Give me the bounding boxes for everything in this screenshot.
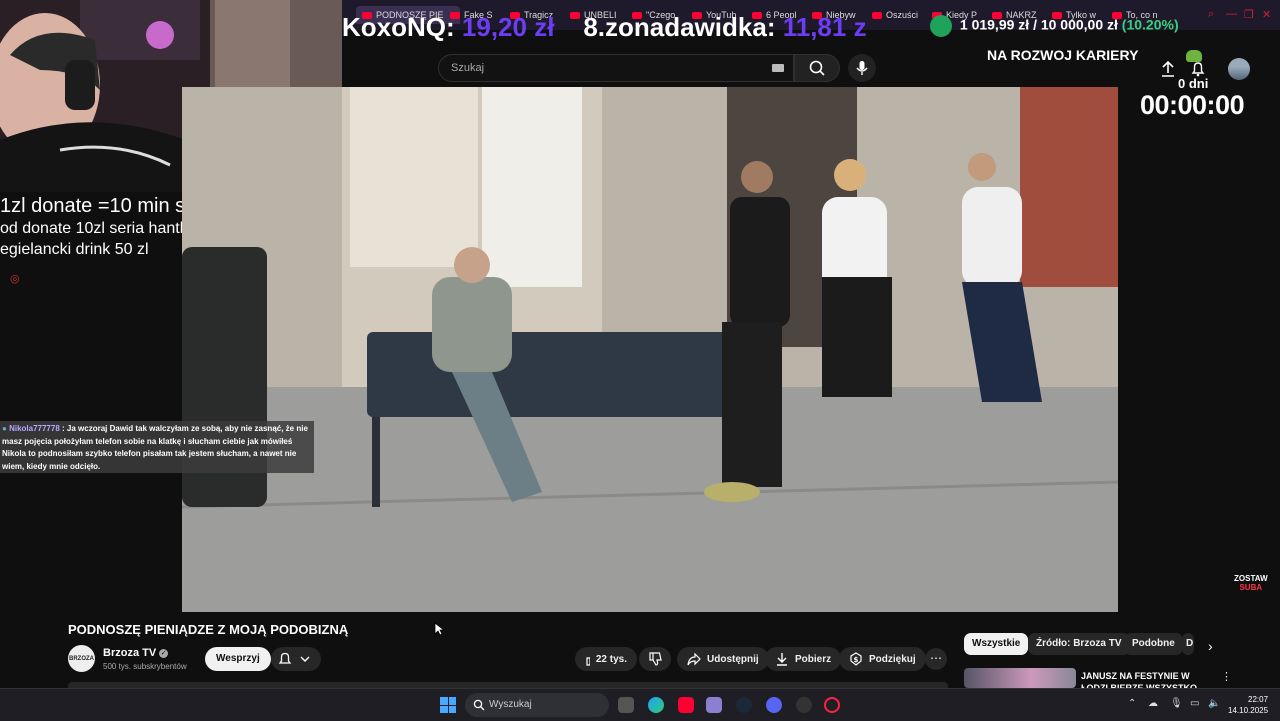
voice-search-button[interactable] xyxy=(848,54,876,82)
avatar[interactable] xyxy=(1228,58,1250,80)
close-icon[interactable]: ✕ xyxy=(1262,8,1271,21)
upload-icon[interactable] xyxy=(1160,60,1176,78)
subscriber-count: 500 tys. subskrybentów xyxy=(103,662,187,671)
bell-chevron-icon xyxy=(278,652,310,664)
svg-text:$: $ xyxy=(854,656,859,664)
like-count: 22 tys. xyxy=(595,653,627,665)
goal-percent: (10.20%) xyxy=(1121,16,1179,33)
search-button[interactable] xyxy=(794,54,840,82)
subathon-timer: 00:00:00 xyxy=(1140,90,1245,120)
recommended-thumbnail[interactable] xyxy=(964,668,1076,688)
chip-related[interactable]: Podobne xyxy=(1124,633,1183,655)
share-icon xyxy=(687,652,701,666)
goal-label: NA ROZWOJ KARIERY xyxy=(987,47,1139,63)
thumbs-down-icon xyxy=(649,652,662,666)
recommended-title[interactable]: JANUSZ NA FESTYNIE W ŁODZI BIERZE WSZYST… xyxy=(1081,670,1211,688)
subathon-days: 0 dni xyxy=(1178,76,1209,91)
share-button[interactable]: Udostępnij xyxy=(677,647,769,671)
microphone-icon[interactable]: 🎙 xyxy=(1170,698,1183,709)
download-icon xyxy=(777,653,787,666)
ticker-donor: KoxoNQ: xyxy=(342,12,455,42)
maximize-icon[interactable]: ❐ xyxy=(1244,8,1254,21)
youtube-app-icon[interactable] xyxy=(678,697,694,713)
system-clock[interactable]: 22:07 14.10.2025 xyxy=(1228,694,1268,716)
verified-icon: ✓ xyxy=(159,648,169,658)
goal-target: 10 000,00 zł xyxy=(1040,16,1118,33)
snipping-tool-icon[interactable] xyxy=(706,697,722,713)
steam-icon[interactable] xyxy=(736,697,752,713)
chat-badge-icon: ● xyxy=(2,424,7,433)
thanks-icon: $ xyxy=(850,652,862,666)
more-actions-icon[interactable]: ⋯ xyxy=(925,648,947,670)
search-icon xyxy=(473,699,485,711)
donation-goal: 1 019,99 zł / 10 000,00 zł (10.20%) xyxy=(930,15,1210,41)
video-player[interactable] xyxy=(182,87,1118,612)
video-title: PODNOSZĘ PIENIĄDZE Z MOJĄ PODOBIZNĄ xyxy=(68,622,349,637)
thumbs-up-icon xyxy=(586,657,590,666)
share-label: Udostępnij xyxy=(707,653,759,665)
mouse-cursor-icon xyxy=(434,622,444,636)
task-view-icon[interactable] xyxy=(618,697,634,713)
recommended-menu-icon[interactable]: ⋮ xyxy=(1221,670,1232,683)
search-input[interactable]: Szukaj xyxy=(438,54,794,82)
video-frame xyxy=(182,87,1118,612)
taskbar-search-label: Wyszukaj xyxy=(489,699,532,710)
microphone-icon xyxy=(856,61,868,75)
dislike-button[interactable] xyxy=(639,647,671,671)
channel-avatar-text: BRZOZA xyxy=(69,655,94,662)
clock-time: 22:07 xyxy=(1248,695,1269,704)
thanks-button[interactable]: $ Podziękuj xyxy=(839,647,926,671)
channel-name[interactable]: Brzoza TV ✓ xyxy=(103,647,169,659)
windows-start-icon[interactable] xyxy=(440,697,456,713)
support-button[interactable]: Wesprzyj xyxy=(205,647,271,671)
minimize-icon[interactable]: — xyxy=(1226,8,1237,20)
download-label: Pobierz xyxy=(795,653,832,665)
watermark-line: SUBA xyxy=(1239,583,1263,592)
ticker-amount: 11,81 z xyxy=(782,12,867,42)
opera-gx-icon[interactable] xyxy=(824,697,840,713)
chip-more[interactable]: D xyxy=(1182,633,1194,655)
keyboard-icon[interactable] xyxy=(772,64,784,72)
search-icon xyxy=(809,60,825,76)
volume-icon[interactable]: 🔈 xyxy=(1208,698,1220,709)
youtube-header: Szukaj NA ROZWOJ KARIERY xyxy=(342,46,1280,88)
like-button[interactable]: 22 tys. xyxy=(575,647,637,671)
subscribe-watermark: ZOSTAW SUBA xyxy=(1234,574,1268,592)
watermark-line: ZOSTAW xyxy=(1234,574,1268,583)
chip-all[interactable]: Wszystkie xyxy=(964,633,1029,655)
settings-icon: ◎ xyxy=(10,273,20,285)
goal-separator: / xyxy=(1033,16,1037,33)
chat-message: ● Nikola777778 : Ja wczoraj Dawid tak wa… xyxy=(0,421,314,473)
chevron-right-icon[interactable]: › xyxy=(1208,638,1213,654)
thanks-label: Podziękuj xyxy=(869,653,916,665)
goal-current: 1 019,99 zł xyxy=(959,16,1030,33)
taskbar: Wyszukaj ⌃ ☁ 🎙 ▭ 🔈 22:07 14.10.2025 xyxy=(0,688,1280,721)
goal-progress-icon xyxy=(930,15,952,37)
clock-date: 14.10.2025 xyxy=(1228,706,1269,715)
chat-username: Nikola777778 xyxy=(9,424,60,433)
ticker-donor: 8.zonadawidka: xyxy=(583,12,776,42)
channel-avatar[interactable]: BRZOZA xyxy=(68,645,95,672)
obs-icon[interactable] xyxy=(796,697,812,713)
donation-ticker: KoxoNQ: 19,20 zł 8.zonadawidka: 11,81 z xyxy=(342,12,902,46)
channel-name-text: Brzoza TV xyxy=(103,647,157,659)
display-icon[interactable]: ▭ xyxy=(1190,698,1199,709)
chevron-up-icon[interactable]: ⌃ xyxy=(1128,698,1136,709)
notifications-button[interactable] xyxy=(271,647,321,671)
download-button[interactable]: Pobierz xyxy=(765,647,842,671)
taskbar-search[interactable]: Wyszukaj xyxy=(465,693,609,717)
edge-browser-icon[interactable] xyxy=(648,697,664,713)
ticker-amount: 19,20 zł xyxy=(461,12,555,42)
cloud-icon[interactable]: ☁ xyxy=(1148,698,1158,709)
chip-source[interactable]: Źródło: Brzoza TV xyxy=(1028,633,1130,655)
discord-icon[interactable] xyxy=(766,697,782,713)
search-placeholder: Szukaj xyxy=(451,62,485,74)
